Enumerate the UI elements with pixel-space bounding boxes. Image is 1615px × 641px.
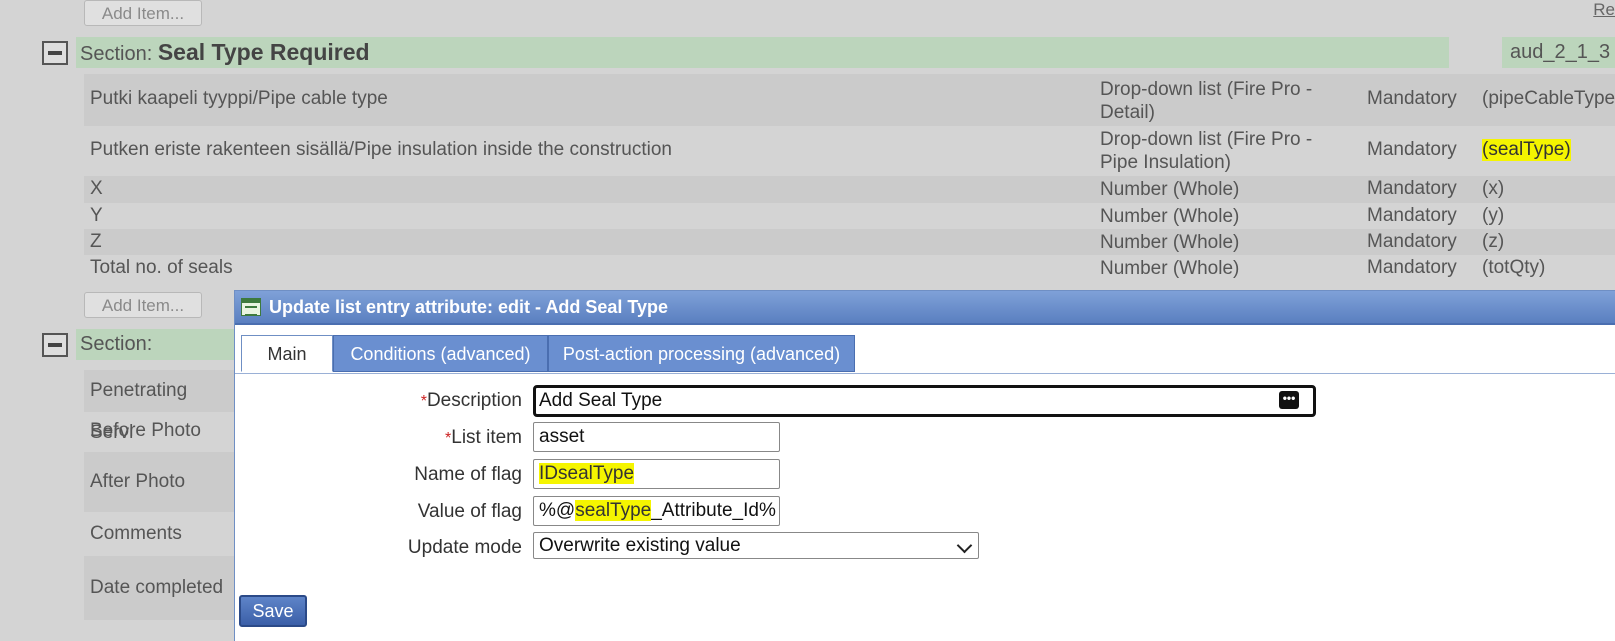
row-type: Number (Whole) — [1100, 232, 1240, 253]
row-type: Number (Whole) — [1100, 258, 1240, 279]
row-label: X — [90, 178, 103, 199]
row-mandatory: Mandatory — [1367, 205, 1457, 226]
collapse-icon[interactable] — [42, 41, 68, 65]
add-item-button-top[interactable]: Add Item... — [84, 0, 202, 26]
attribute-table: Putki kaapeli tyyppi/Pipe cable type Dro… — [84, 74, 1615, 281]
list-item-row: *List item asset — [235, 422, 1535, 454]
table-row[interactable]: Putki kaapeli tyyppi/Pipe cable type Dro… — [84, 74, 1615, 126]
row-mandatory: Mandatory — [1367, 231, 1457, 252]
name-of-flag-row: Name of flag IDsealType — [235, 459, 1535, 491]
dialog-title: Update list entry attribute: edit - Add … — [269, 297, 669, 317]
update-mode-row: Update mode Overwrite existing value — [235, 532, 1535, 564]
list-item: Comments — [90, 523, 182, 544]
section-header-seal-type: Section: Seal Type Required — [76, 37, 1449, 68]
update-mode-label: Update mode — [407, 537, 522, 558]
table-row[interactable]: Putken eriste rakenteen sisällä/Pipe ins… — [84, 126, 1615, 176]
value-of-flag-label: Value of flag — [417, 501, 522, 522]
section-name: Seal Type Required — [157, 39, 370, 65]
list-item-input[interactable]: asset — [533, 422, 780, 452]
dialog-title-bar[interactable]: Update list entry attribute: edit - Add … — [235, 291, 1615, 325]
list-item: Penetrating Servi — [84, 370, 234, 443]
tab-main[interactable]: Main — [241, 335, 333, 372]
section-header-2: Section: — [76, 329, 236, 360]
add-item-button[interactable]: Add Item... — [84, 292, 202, 318]
list-item: Before Photo — [90, 420, 201, 441]
save-button[interactable]: Save — [239, 595, 307, 627]
row-type: Drop-down list (Fire Pro - Pipe Insulatio… — [1100, 129, 1313, 173]
list-icon — [241, 298, 261, 316]
page: Add Item... Re Section: Seal Type Requir… — [0, 0, 1615, 641]
collapse-icon[interactable] — [42, 333, 68, 357]
value-of-flag-input[interactable]: %@sealType_Attribute_Id% — [533, 496, 780, 526]
tab-bar: Main Conditions (advanced) Post-action p… — [235, 329, 1615, 374]
row-type: Number (Whole) — [1100, 179, 1240, 200]
row-field: (totQty) — [1482, 257, 1546, 278]
row-label: Putken eriste rakenteen sisällä/Pipe ins… — [90, 139, 672, 160]
row-type: Number (Whole) — [1100, 206, 1240, 227]
table-row[interactable]: Total no. of seals Number (Whole) Mandat… — [84, 255, 1615, 281]
row-label: Putki kaapeli tyyppi/Pipe cable type — [90, 88, 388, 109]
list-item-label: *List item — [445, 427, 522, 448]
top-right-link[interactable]: Re — [1593, 0, 1615, 20]
row-label: Z — [90, 231, 102, 252]
list-item: Date completed — [84, 556, 234, 620]
row-label: Y — [90, 205, 103, 226]
description-input[interactable]: Add Seal Type ••• — [533, 385, 1316, 417]
row-field: (sealType) — [1482, 139, 1571, 161]
row-mandatory: Mandatory — [1367, 257, 1457, 278]
row-field: (x) — [1482, 178, 1505, 199]
section-prefix: Section: — [80, 43, 153, 65]
update-mode-select[interactable]: Overwrite existing value — [533, 532, 979, 559]
edit-dialog: Update list entry attribute: edit - Add … — [234, 290, 1615, 641]
description-label: *Description — [420, 390, 522, 411]
name-of-flag-input[interactable]: IDsealType — [533, 459, 780, 489]
table-row[interactable]: Z Number (Whole) Mandatory (z) — [84, 229, 1615, 255]
description-row: *Description Add Seal Type ••• — [235, 385, 1535, 417]
value-of-flag-row: Value of flag %@sealType_Attribute_Id% — [235, 496, 1535, 528]
ellipsis-icon[interactable]: ••• — [1279, 391, 1299, 409]
table-row[interactable]: X Number (Whole) Mandatory (x) — [84, 176, 1615, 203]
list-item: After Photo — [84, 452, 234, 512]
row-mandatory: Mandatory — [1367, 88, 1457, 109]
section-prefix: Section: — [80, 333, 153, 355]
name-of-flag-label: Name of flag — [414, 464, 522, 485]
table-row[interactable]: Y Number (Whole) Mandatory (y) — [84, 203, 1615, 229]
row-label: Total no. of seals — [90, 257, 233, 278]
tab-conditions[interactable]: Conditions (advanced) — [333, 335, 548, 372]
row-type: Drop-down list (Fire Pro - Detail) — [1100, 79, 1313, 123]
row-field: (y) — [1482, 205, 1505, 226]
row-field: (z) — [1482, 231, 1505, 252]
row-field: (pipeCableType) — [1482, 88, 1615, 109]
section-code: aud_2_1_3 — [1502, 37, 1615, 68]
tab-post-action[interactable]: Post-action processing (advanced) — [548, 335, 855, 372]
chevron-down-icon — [956, 537, 973, 554]
row-mandatory: Mandatory — [1367, 178, 1457, 199]
row-mandatory: Mandatory — [1367, 139, 1457, 160]
